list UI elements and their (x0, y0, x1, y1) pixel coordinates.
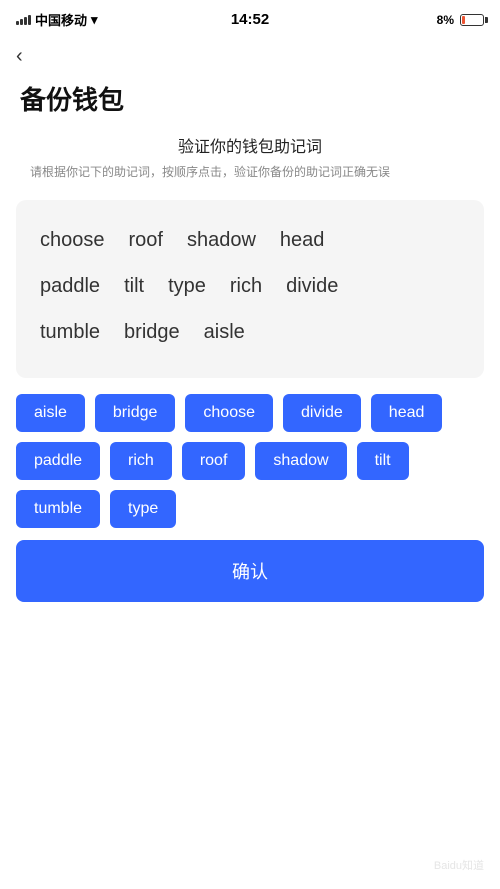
subtitle-section: 验证你的钱包助记词 请根据你记下的助记词，按顺序点击，验证你备份的助记词正确无误 (0, 133, 500, 188)
battery-pct: 8% (437, 13, 454, 27)
battery-icon (460, 14, 484, 26)
display-word: tilt (124, 266, 144, 306)
display-word: divide (286, 266, 338, 306)
word-chip[interactable]: divide (283, 394, 361, 432)
word-chip[interactable]: type (110, 490, 176, 528)
word-chip[interactable]: tilt (357, 442, 409, 480)
word-display-box: choose roof shadow head paddle tilt type richdi… (16, 200, 484, 378)
display-word: shadow (187, 220, 256, 260)
status-bar: 中国移动 ▾ 14:52 8% (0, 0, 500, 35)
display-word: roof (129, 220, 163, 260)
display-word-row: tumble bridge aisle (40, 312, 460, 352)
display-word: type (168, 266, 206, 306)
display-word: aisle (204, 312, 245, 352)
word-chip[interactable]: paddle (16, 442, 100, 480)
subtitle-desc: 请根据你记下的助记词，按顺序点击，验证你备份的助记词正确无误 (20, 163, 480, 182)
word-chip[interactable]: aisle (16, 394, 85, 432)
display-word: tumble (40, 312, 100, 352)
clock: 14:52 (231, 11, 269, 28)
carrier-label: 中国移动 (35, 10, 87, 29)
word-chip[interactable]: shadow (255, 442, 346, 480)
display-word-row: choose roof shadow head (40, 220, 460, 260)
word-chip[interactable]: choose (185, 394, 273, 432)
display-rows: choose roof shadow head paddle tilt type richdi… (40, 220, 460, 352)
word-chip[interactable]: tumble (16, 490, 100, 528)
watermark: Baidu知道 (434, 857, 484, 873)
status-left: 中国移动 ▾ (16, 10, 98, 29)
display-word: paddle (40, 266, 100, 306)
back-button[interactable]: ‹ (0, 35, 39, 72)
page-title: 备份钱包 (0, 72, 500, 133)
display-word: choose (40, 220, 105, 260)
chips-area: aisle bridge choose divide head paddle richroo… (16, 394, 484, 528)
word-chip[interactable]: rich (110, 442, 172, 480)
confirm-button[interactable]: 确认 (16, 540, 484, 602)
display-word: head (280, 220, 325, 260)
wifi-icon: ▾ (91, 12, 98, 28)
display-word: rich (230, 266, 262, 306)
word-chip[interactable]: head (371, 394, 443, 432)
signal-icon (16, 15, 31, 25)
display-word: bridge (124, 312, 180, 352)
word-chip[interactable]: bridge (95, 394, 175, 432)
word-chip[interactable]: roof (182, 442, 246, 480)
display-word-row: paddle tilt type rich divide (40, 266, 460, 306)
status-right: 8% (437, 13, 484, 27)
subtitle-main: 验证你的钱包助记词 (20, 133, 480, 157)
